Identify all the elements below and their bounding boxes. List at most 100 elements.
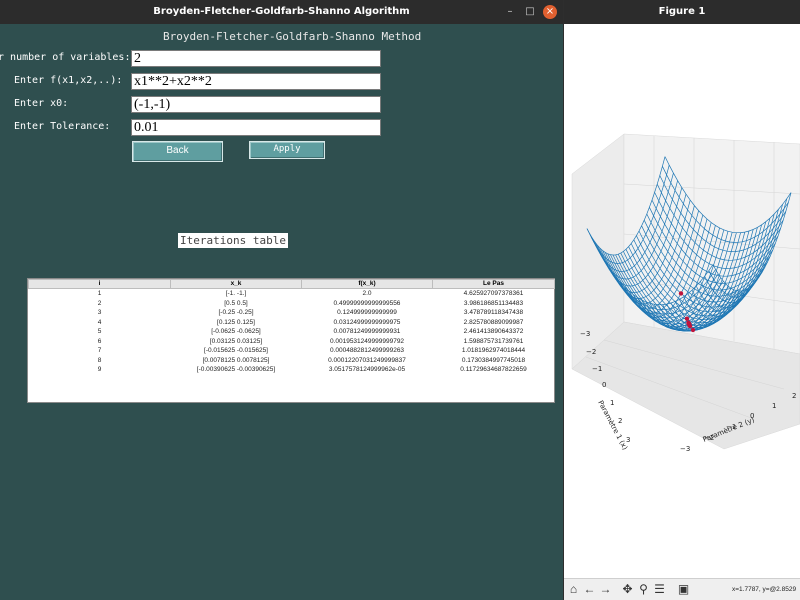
table-row[interactable]: 5 [-0.0625 -0.0625] 0.00781249999999931 2.4… — [29, 327, 555, 337]
column-header-i[interactable]: i — [28, 279, 171, 289]
table-row[interactable]: 1 [-1. -1.] 2.0 4.625927097378361 — [29, 289, 555, 299]
y-tick: 2 — [792, 392, 796, 400]
cell-i: 6 — [97, 337, 102, 345]
zoom-icon[interactable]: ⚲ — [636, 582, 651, 597]
x-tick: 1 — [610, 399, 614, 407]
home-icon[interactable]: ⌂ — [566, 582, 581, 597]
plot-panes — [571, 133, 800, 450]
x0-label: Enter x0: — [14, 98, 69, 109]
cell-i: 9 — [97, 366, 102, 373]
cell-i: 1 — [97, 290, 102, 297]
iteration-point — [686, 321, 692, 327]
function-input[interactable]: x1**2+x2**2 — [131, 73, 381, 90]
tolerance-label: Enter Tolerance: — [14, 121, 111, 132]
cell-le-pas: 3.478789118347438 — [463, 309, 524, 316]
cell-le-pas: 1.0181962974018444 — [461, 347, 526, 354]
x-tick: 3 — [626, 436, 630, 444]
cell-le-pas: 0.11729634687822659 — [460, 366, 527, 373]
column-header-xk[interactable]: x_k — [170, 279, 302, 289]
bfgs-app-window: Broyden-Fletcher-Goldfarb-Shanno Algorit… — [0, 0, 563, 600]
cell-i: 4 — [97, 318, 102, 326]
iteration-point — [684, 316, 690, 321]
cell-fxk: 0.00012207031249999837 — [328, 356, 406, 364]
x-tick: −1 — [592, 365, 602, 373]
figure-window-title: Figure 1 — [658, 6, 706, 17]
cell-fxk: 0.03124999999999975 — [333, 318, 401, 326]
cell-le-pas: 2.825780889099987 — [463, 318, 524, 326]
column-header-fxk[interactable]: f(x_k) — [301, 279, 433, 289]
cell-le-pas: 1.598875731739761 — [463, 337, 524, 345]
figure-titlebar: Figure 1 — [564, 0, 800, 24]
iterations-table-title: Iterations table — [178, 233, 288, 248]
figure-toolbar: ⌂ ← → ✥ ⚲ ☰ ▣ x=1.7787, y=@2.8529 — [564, 578, 800, 600]
maximize-icon[interactable]: □ — [523, 5, 537, 19]
cell-fxk: 3.0517578124999962e-05 — [328, 366, 406, 373]
table-row[interactable]: 6 [0.03125 0.03125] 0.0019531249999999792 1… — [29, 337, 555, 347]
y-tick: −2 — [704, 434, 714, 442]
x-tick: 2 — [618, 417, 622, 425]
cell-xk: [-0.0625 -0.0625] — [211, 328, 261, 335]
x-tick: −2 — [586, 348, 596, 356]
cell-i: 8 — [97, 356, 102, 364]
cell-i: 7 — [97, 347, 102, 354]
cell-fxk: 0.49999999999999556 — [333, 299, 401, 307]
column-header-le-pas[interactable]: Le Pas — [432, 279, 555, 289]
x-tick: −3 — [580, 330, 590, 338]
y-tick: −1 — [726, 423, 736, 431]
app-titlebar: Broyden-Fletcher-Goldfarb-Shanno Algorit… — [0, 0, 563, 24]
x0-input[interactable]: (-1,-1) — [131, 96, 381, 113]
iteration-point — [690, 327, 696, 333]
page-title: Broyden-Fletcher-Goldfarb-Shanno Method — [163, 30, 422, 43]
table-row[interactable]: 9 [-0.00390625 -0.00390625] 3.051757812499… — [29, 365, 555, 375]
table-row[interactable]: 2 [0.5 0.5] 0.49999999999999556 3.986186851… — [29, 299, 555, 309]
tolerance-input[interactable]: 0.01 — [131, 119, 381, 136]
apply-button[interactable]: Apply — [249, 141, 325, 159]
cell-xk: [0.0078125 0.0078125] — [202, 356, 270, 364]
iterations-table: i x_k f(x_k) Le Pas 1 [-1. -1.] 2.0 4.62592… — [27, 278, 555, 403]
table-row[interactable]: 3 [-0.25 -0.25] 0.124999999999999 3.4787891… — [29, 308, 555, 318]
cell-xk: [-0.015625 -0.015625] — [204, 347, 268, 354]
cell-fxk: 0.0019531249999999792 — [329, 337, 405, 345]
x-axis-label: Paramètre 1 (x) — [596, 399, 629, 451]
iteration-point — [678, 291, 684, 296]
back-button[interactable]: Back — [132, 141, 223, 162]
cell-xk: [0.03125 0.03125] — [209, 337, 263, 345]
table-row[interactable]: 8 [0.0078125 0.0078125] 0.0001220703124999… — [29, 356, 555, 366]
cursor-coordinates: x=1.7787, y=@2.8529 — [732, 586, 797, 593]
cell-i: 2 — [97, 299, 102, 307]
cell-xk: [-1. -1.] — [225, 290, 247, 297]
y-tick: −3 — [680, 445, 690, 453]
app-window-title: Broyden-Fletcher-Goldfarb-Shanno Algorit… — [153, 6, 410, 17]
cell-fxk: 2.0 — [362, 290, 372, 297]
y-tick: 1 — [772, 402, 776, 410]
table-row[interactable]: 7 [-0.015625 -0.015625] 0.0004882812499999… — [29, 346, 555, 356]
configure-icon[interactable]: ☰ — [652, 582, 667, 597]
surface-plot-3d[interactable]: Paramètre 1 (x) Paramètre 2 (y) −3 −2 −1… — [564, 24, 800, 578]
function-label: Enter f(x1,x2,..): — [14, 75, 123, 86]
cell-le-pas: 3.986186851134483 — [463, 299, 524, 307]
num-variables-input[interactable]: 2 — [131, 50, 381, 67]
save-icon[interactable]: ▣ — [676, 582, 691, 597]
num-variables-label: er number of variables: — [0, 52, 131, 63]
table-row[interactable]: 4 [0.125 0.125] 0.03124999999999975 2.82578… — [29, 318, 555, 328]
close-icon[interactable]: × — [543, 5, 557, 19]
cell-xk: [-0.25 -0.25] — [218, 309, 254, 316]
cell-i: 3 — [97, 309, 102, 316]
figure-window: Figure 1 Paramètre 1 (x) Paramètre 2 (y)… — [564, 0, 800, 600]
cell-xk: [-0.00390625 -0.00390625] — [196, 366, 276, 373]
pan-icon[interactable]: ✥ — [620, 582, 635, 597]
forward-arrow-icon[interactable]: → — [598, 582, 613, 597]
back-arrow-icon[interactable]: ← — [582, 582, 597, 597]
cell-fxk: 0.00781249999999931 — [333, 328, 401, 335]
cell-le-pas: 0.1730384997745018 — [461, 356, 526, 364]
minimize-icon[interactable]: – — [503, 5, 517, 19]
y-tick: 0 — [750, 412, 754, 420]
cell-fxk: 0.124999999999999 — [337, 309, 397, 316]
table-header-row: i x_k f(x_k) Le Pas — [28, 279, 555, 289]
cell-le-pas: 4.625927097378361 — [463, 290, 524, 297]
cell-i: 5 — [97, 328, 102, 335]
cell-xk: [0.125 0.125] — [217, 318, 255, 326]
cell-xk: [0.5 0.5] — [224, 299, 248, 307]
x-tick: 0 — [602, 381, 606, 389]
cell-le-pas: 2.461413890643372 — [463, 328, 524, 335]
